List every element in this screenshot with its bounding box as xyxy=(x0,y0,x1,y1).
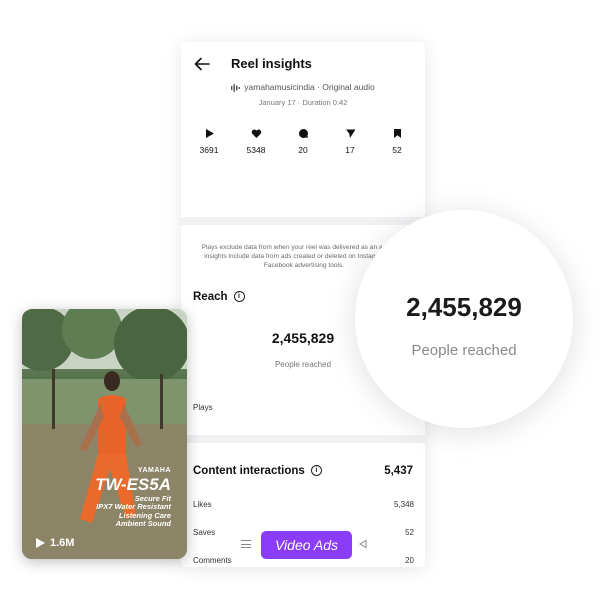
row-value: 52 xyxy=(405,528,414,537)
row-label: Saves xyxy=(193,528,216,537)
stat-value: 3691 xyxy=(199,145,219,155)
bookmark-icon xyxy=(393,129,401,138)
menu-icon[interactable] xyxy=(241,540,251,548)
play-icon xyxy=(205,129,214,138)
heart-icon xyxy=(251,129,261,138)
brand-text: YAMAHA xyxy=(137,467,171,474)
account-audio-line: yamahamusicindia · Original audio xyxy=(181,82,425,92)
row-value: 5,348 xyxy=(393,500,414,509)
account-audio-text[interactable]: yamahamusicindia · Original audio xyxy=(244,82,374,92)
stat-value: 52 xyxy=(392,145,402,155)
stat-likes: 5348 xyxy=(236,128,276,155)
plays-label: Plays xyxy=(193,403,213,412)
magnified-reach-label: People reached xyxy=(411,342,517,359)
reach-magnifier: 2,455,829 People reached xyxy=(355,210,573,428)
stat-comments: 20 xyxy=(283,128,323,155)
comment-icon xyxy=(298,129,308,138)
view-count-value: 1.6M xyxy=(50,537,75,549)
back-triangle-icon[interactable] xyxy=(358,539,368,549)
video-ads-badge[interactable]: Video Ads xyxy=(261,531,352,559)
row-label: Comments xyxy=(193,556,232,565)
view-count: 1.6M xyxy=(34,537,74,549)
play-icon xyxy=(36,538,45,549)
reel-video-thumbnail[interactable]: YAMAHA TW-ES5A Secure Fit IPX7 Water Res… xyxy=(22,309,187,559)
date-duration: January 17 · Duration 0:42 xyxy=(258,98,348,107)
product-overlay: YAMAHA TW-ES5A Secure Fit IPX7 Water Res… xyxy=(95,467,171,529)
stat-plays: 3691 xyxy=(189,128,229,155)
bottom-nav: Video Ads xyxy=(241,531,381,559)
interactions-title: Content interactions xyxy=(193,465,305,477)
stat-value: 17 xyxy=(345,145,355,155)
info-icon[interactable]: i xyxy=(310,465,322,477)
stat-value: 5348 xyxy=(246,145,266,155)
stats-row: 3691 5348 20 17 52 xyxy=(189,128,417,155)
magnified-reach-value: 2,455,829 xyxy=(406,292,522,322)
interactions-heading: Content interactions i xyxy=(193,465,322,477)
model-text: TW-ES5A xyxy=(95,475,171,495)
info-icon[interactable]: i xyxy=(233,291,245,303)
reach-heading: Reach i xyxy=(193,291,245,303)
stat-value: 20 xyxy=(298,145,308,155)
send-icon xyxy=(345,129,355,138)
row-label: Likes xyxy=(193,500,212,509)
stat-shares: 17 xyxy=(330,128,370,155)
reel-header-card: Reel insights yamahamusicindia · Origina… xyxy=(181,42,425,217)
row-value: 20 xyxy=(405,556,414,565)
stat-saves: 52 xyxy=(377,128,417,155)
back-arrow-icon[interactable] xyxy=(193,55,211,73)
interaction-row-likes: Likes 5,348 xyxy=(193,500,414,509)
page-title: Reel insights xyxy=(231,56,312,71)
feature-text: Ambient Sound xyxy=(115,519,171,529)
audio-wave-icon xyxy=(231,83,241,92)
interactions-total: 5,437 xyxy=(384,465,413,477)
reach-title: Reach xyxy=(193,291,228,303)
